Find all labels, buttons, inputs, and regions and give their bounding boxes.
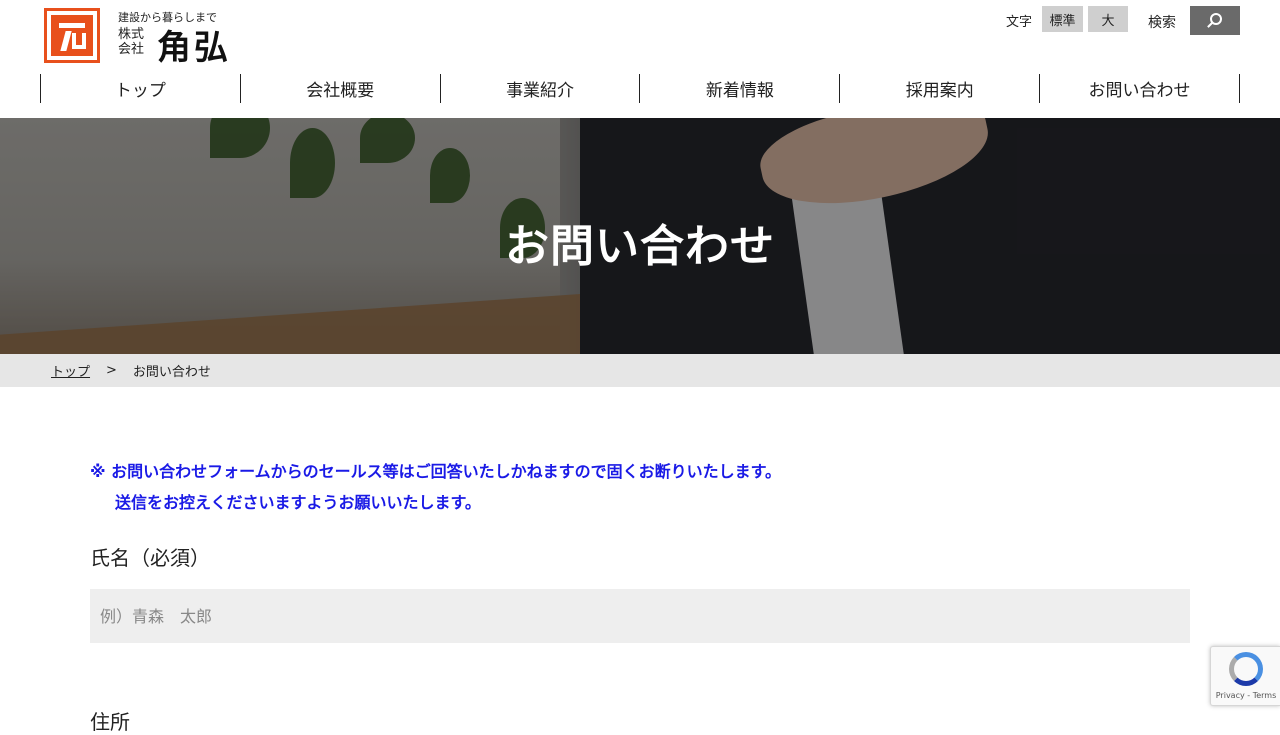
- nav-item-news[interactable]: 新着情報: [640, 74, 841, 103]
- nav-item-recruit[interactable]: 採用案内: [840, 74, 1041, 103]
- main-nav: トップ 会社概要 事業紹介 新着情報 採用案内 お問い合わせ: [40, 74, 1240, 103]
- search-label: 検索: [1148, 15, 1176, 31]
- recaptcha-icon: [1229, 652, 1263, 686]
- nav-item-contact[interactable]: お問い合わせ: [1040, 74, 1240, 103]
- name-field-label: 氏名（必須）: [90, 546, 210, 570]
- name-input[interactable]: [90, 589, 1190, 643]
- font-size-label: 文字: [1006, 15, 1033, 30]
- font-size-large-button[interactable]: 大: [1088, 6, 1128, 32]
- sales-notice: ※ お問い合わせフォームからのセールス等はご回答いたしかねますので固くお断りいた…: [90, 456, 781, 518]
- notice-line-2: 送信をお控えくださいますようお願いいたします。: [115, 493, 481, 512]
- nav-item-top[interactable]: トップ: [41, 74, 241, 103]
- nav-item-company[interactable]: 会社概要: [241, 74, 441, 103]
- font-size-standard-button[interactable]: 標準: [1042, 6, 1083, 32]
- recaptcha-links[interactable]: Privacy - Terms: [1211, 691, 1280, 700]
- company-logo[interactable]: [44, 8, 100, 63]
- breadcrumb: トップ > お問い合わせ: [0, 354, 1280, 387]
- hero-banner: お問い合わせ: [0, 118, 1280, 354]
- nav-item-business[interactable]: 事業紹介: [441, 74, 641, 103]
- breadcrumb-home-link[interactable]: トップ: [51, 361, 90, 380]
- search-button[interactable]: [1190, 6, 1240, 35]
- logo-company-name[interactable]: 角弘: [157, 20, 231, 69]
- logo-company-type: 株式会社: [118, 27, 145, 57]
- search-icon: [1206, 12, 1224, 30]
- page-title: お問い合わせ: [505, 221, 775, 272]
- address-field-label: 住所: [90, 710, 130, 734]
- logo-mark-icon: [51, 15, 93, 56]
- breadcrumb-separator: >: [106, 363, 117, 378]
- recaptcha-badge[interactable]: Privacy - Terms: [1210, 646, 1280, 706]
- breadcrumb-current: お問い合わせ: [132, 365, 211, 380]
- site-header: 建設から暮らしまで 株式会社 角弘 文字 標準 大 検索 トップ 会社概要 事業…: [0, 0, 1280, 118]
- notice-line-1: ※ お問い合わせフォームからのセールス等はご回答いたしかねますので固くお断りいた…: [90, 462, 782, 481]
